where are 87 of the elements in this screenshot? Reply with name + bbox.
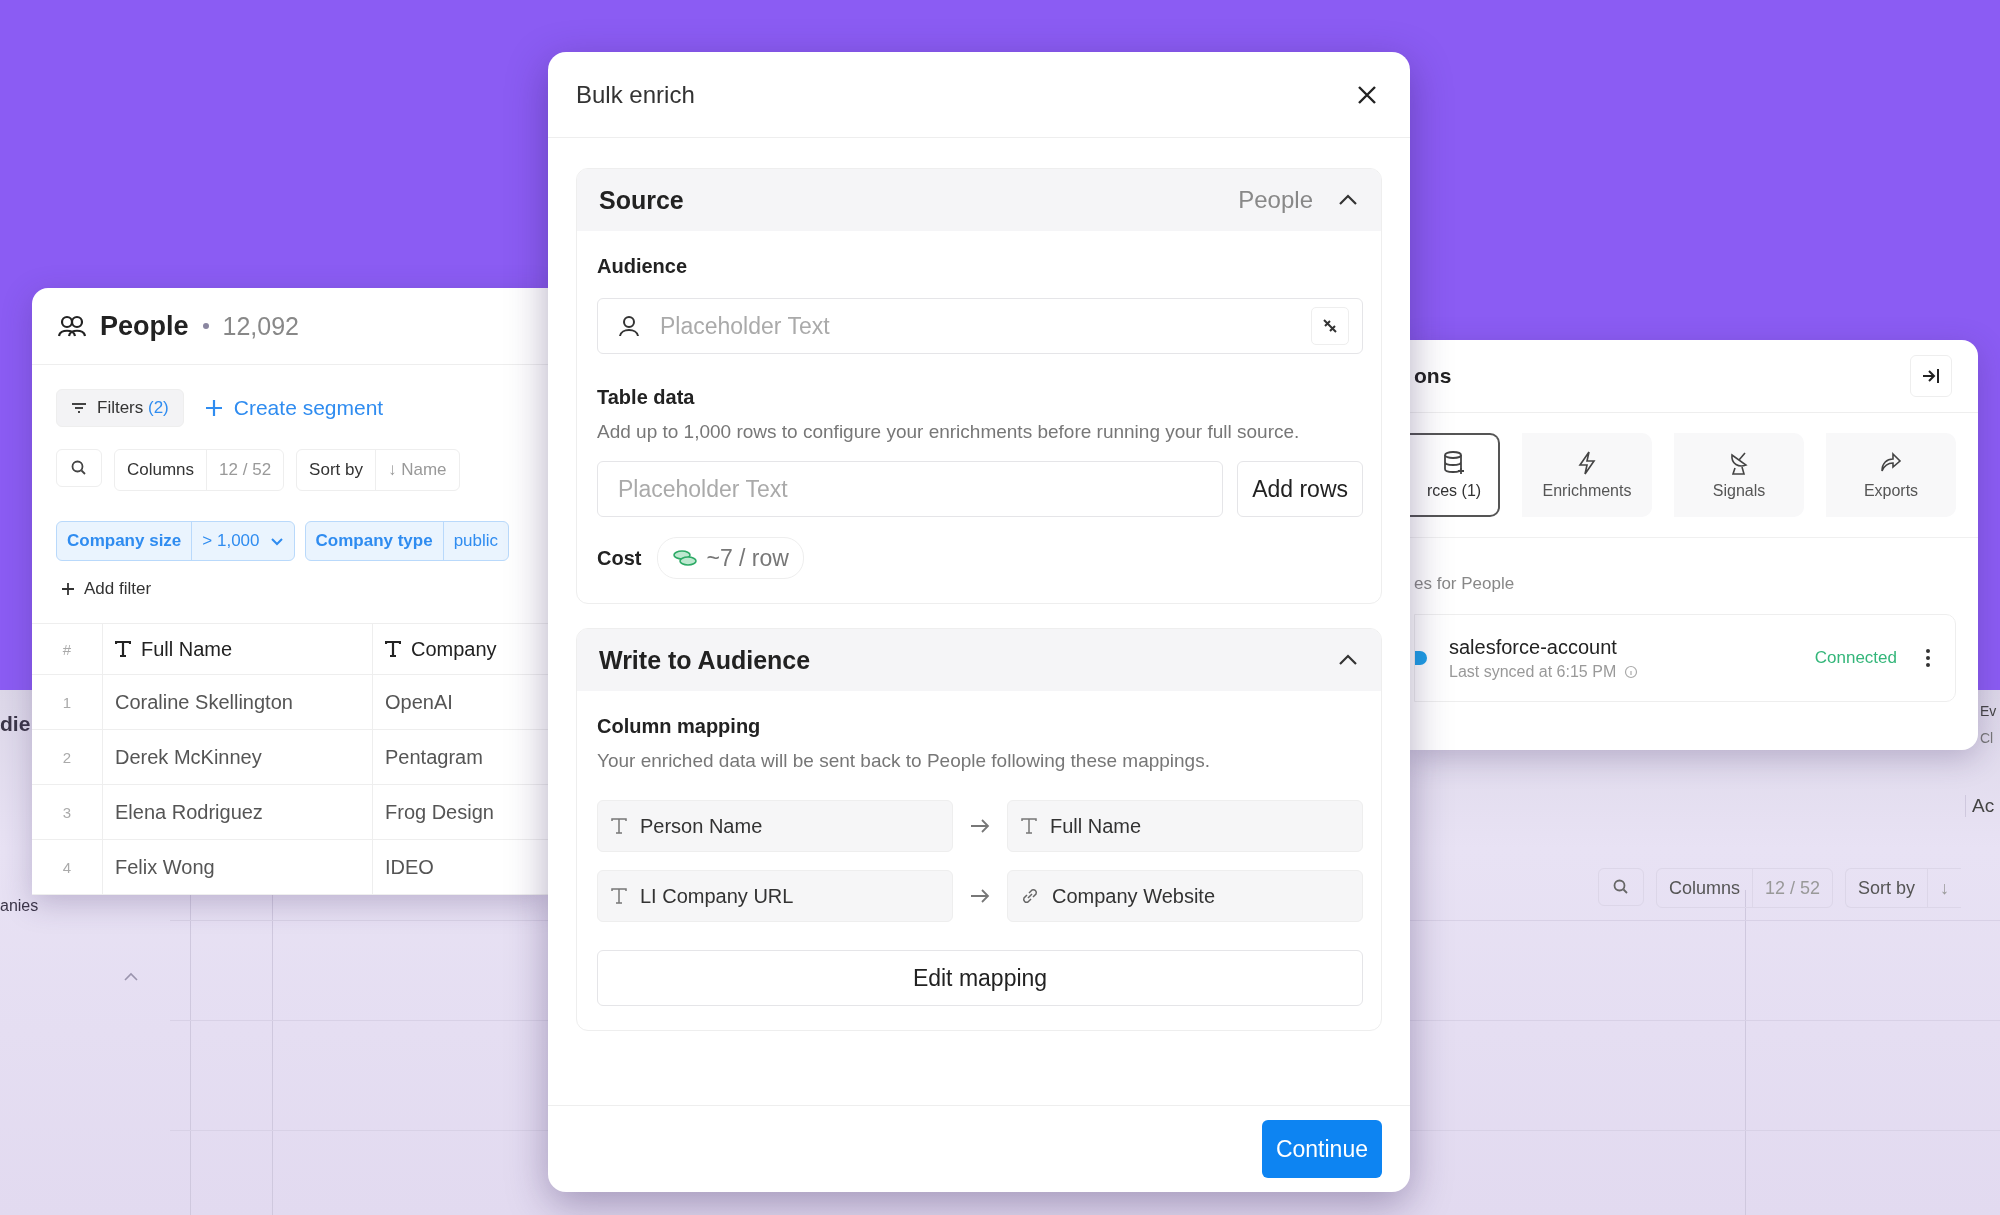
tab[interactable]: Exports [1826,433,1956,517]
row-number: 4 [61,858,73,876]
filters-button[interactable]: Filters (2) [56,389,184,427]
coins-icon [672,548,699,568]
chevron-up-icon [123,972,139,982]
source-card[interactable]: salesforce-account Last synced at 6:15 PM Connected [1414,614,1956,702]
section-label: es for People [1413,573,1516,594]
section-header[interactable]: Source People [577,169,1381,231]
sort-button[interactable]: Sort by ↓ Name [296,449,460,491]
column-header: # [61,640,73,658]
action-button[interactable]: Ac [1965,795,1995,817]
table-cell: Felix Wong [102,840,372,894]
table-cell: Coraline Skellington [102,675,372,729]
section-header[interactable]: Write to Audience [577,629,1381,691]
source-column-field[interactable]: LI Company URL [597,870,953,922]
sort-button[interactable]: Sort by ↓ [1845,868,1962,908]
tab[interactable]: rces (1) [1410,433,1500,517]
arrow-right-icon [969,818,991,834]
sidebar-label: die [0,712,31,736]
panel-title: People [100,310,189,342]
text-type-icon [1020,817,1038,835]
chevron-down-icon [269,536,284,546]
search-button[interactable] [1598,868,1644,906]
edit-mapping-button[interactable]: Edit mapping [597,950,1363,1006]
target-column-field[interactable]: Company Website [1007,870,1363,922]
unlink-icon[interactable] [1311,307,1349,345]
dialog-title: Bulk enrich [576,80,695,109]
field-label: Column mapping [597,715,762,738]
add-rows-button[interactable]: Add rows [1237,461,1363,517]
plus-icon [60,581,76,597]
text-type-icon [610,887,628,905]
field-label: Audience [597,255,689,278]
field-description: Your enriched data will be sent back to People following these mappings. [597,749,1211,773]
table-cell: Frog Design [372,785,494,839]
rows-input[interactable]: Placeholder Text [597,461,1224,517]
table-cell: Elena Rodriguez [102,785,372,839]
arrow-to-line-icon [1921,367,1941,385]
sync-time: Last synced at 6:15 PM [1449,662,1815,681]
table-cell: Pentagram [372,730,483,784]
add-filter-button[interactable]: Add filter [56,575,156,603]
column-header[interactable]: Company [411,637,497,661]
plus-icon [203,398,224,418]
tab[interactable]: Signals [1674,433,1804,517]
text-type-icon [610,817,628,835]
separator-dot [202,323,209,329]
chevron-icon [1337,193,1359,207]
people-icon [58,315,86,337]
person-icon [617,314,641,338]
columns-button[interactable]: Columns 12 / 52 [114,449,285,491]
column-text: Cl [1980,730,1994,746]
field-label: Table data [597,386,696,409]
link-icon [1020,886,1040,906]
field-description: Add up to 1,000 rows to configure your enrichments before running your full source. [597,420,1301,444]
chevron-icon [1337,653,1359,667]
search-button[interactable] [56,449,102,487]
search-icon [70,459,88,477]
row-number: 2 [61,748,73,766]
table-cell: OpenAI [372,675,453,729]
database-icon [1442,450,1466,476]
arrow-right-icon [969,888,991,904]
search-icon [1612,878,1630,896]
collapse-button[interactable] [1910,355,1952,397]
record-count: 12,092 [222,311,299,341]
table-cell: IDEO [372,840,434,894]
column-header[interactable]: Full Name [141,637,233,661]
column-text: Ev [1980,703,1997,719]
table-cell: Derek McKinney [102,730,372,784]
filter-icon [71,402,87,414]
target-column-field[interactable]: Full Name [1007,800,1363,852]
row-number: 3 [61,803,73,821]
status-label: Connected [1814,648,1897,668]
cost-badge: ~7 / row [657,537,804,579]
close-icon [1356,83,1378,106]
continue-button[interactable]: Continue [1261,1120,1382,1178]
text-type-icon [385,641,401,657]
panel-title: ons [1414,364,1452,388]
source-name: salesforce-account [1449,635,1618,659]
columns-button[interactable]: Columns 12 / 52 [1656,868,1834,908]
more-icon[interactable] [1925,648,1931,668]
audience-field[interactable]: Placeholder Text [597,298,1363,354]
cost-label: Cost [597,546,642,570]
info-icon [1624,664,1639,679]
text-type-icon [115,641,131,657]
source-column-field[interactable]: Person Name [597,800,953,852]
sidebar-label: anies [0,897,39,915]
tab[interactable]: Enrichments [1522,433,1652,517]
row-number: 1 [61,693,73,711]
